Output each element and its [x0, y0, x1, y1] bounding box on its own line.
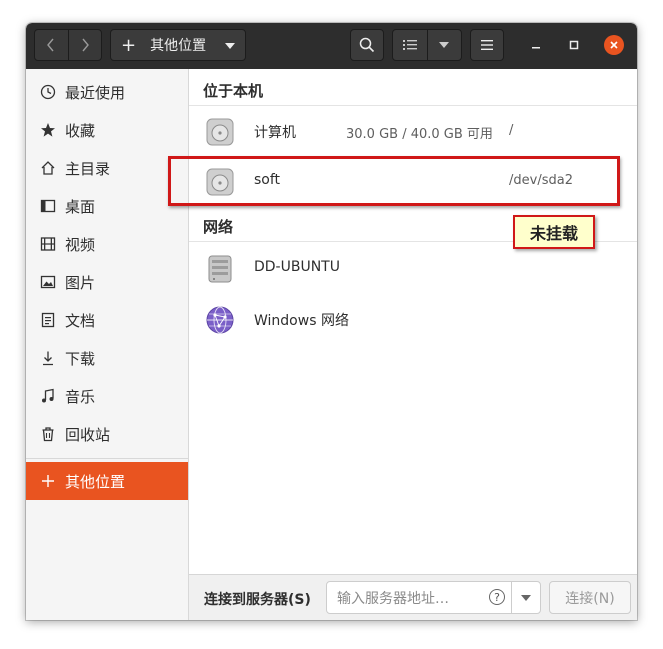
- location-name: 计算机: [254, 125, 296, 141]
- sidebar-item-label: 其他位置: [65, 472, 126, 491]
- forward-button[interactable]: [67, 30, 102, 60]
- sidebar-item-home[interactable]: 主目录: [26, 149, 188, 187]
- recent-servers-dropdown[interactable]: [511, 581, 541, 614]
- picture-icon: [40, 274, 56, 290]
- location-size: 30.0 GB / 40.0 GB 可用: [346, 127, 493, 142]
- location-name: Windows 网络: [254, 313, 349, 329]
- sidebar-item-label: 音乐: [65, 387, 96, 406]
- network-row-windows[interactable]: Windows 网络: [189, 295, 637, 345]
- view-options-button[interactable]: [426, 30, 462, 60]
- sidebar-item-label: 主目录: [65, 159, 111, 178]
- sidebar-item-recent[interactable]: 最近使用: [26, 73, 188, 111]
- connect-to-server-label: 连接到服务器(S): [204, 592, 311, 608]
- close-icon: [610, 41, 618, 49]
- maximize-icon: [569, 40, 579, 50]
- annotation-highlight-box: [168, 156, 620, 206]
- navigation-buttons: [34, 29, 102, 61]
- sidebar-item-label: 回收站: [65, 425, 111, 444]
- chevron-right-icon: [82, 38, 89, 52]
- minimize-icon: [532, 47, 540, 49]
- view-buttons: [392, 29, 462, 61]
- sidebar-item-trash[interactable]: 回收站: [26, 415, 188, 453]
- list-view-icon: [402, 40, 417, 50]
- location-button[interactable]: + 其他位置: [110, 29, 246, 61]
- annotation-callout: 未挂载: [513, 215, 595, 249]
- plus-icon: +: [121, 34, 137, 56]
- clock-icon: [40, 84, 56, 100]
- network-globe-icon: [206, 306, 234, 334]
- menu-button[interactable]: [470, 29, 504, 61]
- sidebar-item-documents[interactable]: 文档: [26, 301, 188, 339]
- sidebar-item-label: 下载: [65, 349, 96, 368]
- sidebar-item-music[interactable]: 音乐: [26, 377, 188, 415]
- trash-icon: [40, 426, 56, 442]
- chevron-down-icon: [439, 42, 450, 48]
- sidebar-item-videos[interactable]: 视频: [26, 225, 188, 263]
- back-button[interactable]: [35, 30, 68, 60]
- download-icon: [40, 350, 56, 366]
- sidebar-item-starred[interactable]: 收藏: [26, 111, 188, 149]
- list-view-button[interactable]: [393, 30, 427, 60]
- chevron-down-icon: [225, 43, 235, 49]
- close-button[interactable]: [604, 35, 624, 55]
- chevron-down-icon: [521, 594, 531, 601]
- music-icon: [40, 388, 56, 404]
- sidebar-item-label: 桌面: [65, 197, 96, 216]
- file-manager-window: + 其他位置 最近使用 收藏 主目录 桌面 视频 图片 文档 下载 音乐 回收站…: [26, 23, 637, 620]
- sidebar-separator: [26, 458, 188, 459]
- home-icon: [40, 160, 56, 176]
- section-heading-this-computer: 位于本机: [203, 82, 264, 100]
- sidebar: 最近使用 收藏 主目录 桌面 视频 图片 文档 下载 音乐 回收站 其他位置: [26, 69, 189, 620]
- connect-to-server-bar: 连接到服务器(S) ? 连接(N): [189, 574, 637, 620]
- chevron-left-icon: [47, 38, 54, 52]
- maximize-button[interactable]: [564, 35, 584, 55]
- sidebar-item-downloads[interactable]: 下载: [26, 339, 188, 377]
- sidebar-item-pictures[interactable]: 图片: [26, 263, 188, 301]
- sidebar-item-label: 视频: [65, 235, 96, 254]
- server-address-entry: ?: [326, 581, 512, 614]
- sidebar-item-label: 收藏: [65, 121, 96, 140]
- video-icon: [40, 236, 56, 252]
- server-address-input[interactable]: [335, 588, 479, 610]
- connect-button[interactable]: 连接(N): [549, 581, 631, 614]
- location-mount-path: /: [509, 123, 514, 138]
- search-icon: [359, 37, 375, 53]
- network-row-dd-ubuntu[interactable]: DD-UBUNTU: [189, 244, 637, 294]
- sidebar-item-other-locations[interactable]: 其他位置: [26, 462, 188, 500]
- network-server-icon: [208, 255, 232, 283]
- star-icon: [40, 122, 56, 138]
- sidebar-item-label: 文档: [65, 311, 96, 330]
- hard-disk-icon: [206, 118, 234, 146]
- location-label: 其他位置: [150, 38, 207, 54]
- desktop-icon: [40, 198, 56, 214]
- locations-view: 位于本机 计算机 30.0 GB / 40.0 GB 可用 / soft /de…: [189, 69, 637, 574]
- sidebar-item-desktop[interactable]: 桌面: [26, 187, 188, 225]
- help-icon[interactable]: ?: [489, 589, 505, 605]
- location-row-computer[interactable]: 计算机 30.0 GB / 40.0 GB 可用 /: [189, 107, 637, 157]
- plus-icon: [40, 473, 56, 489]
- minimize-button[interactable]: [526, 35, 546, 55]
- sidebar-item-label: 图片: [65, 273, 96, 292]
- sidebar-item-label: 最近使用: [65, 83, 126, 102]
- section-divider: [189, 105, 637, 106]
- document-icon: [40, 312, 56, 328]
- location-name: DD-UBUNTU: [254, 259, 340, 275]
- hamburger-menu-icon: [481, 40, 493, 50]
- headerbar: + 其他位置: [26, 23, 637, 69]
- search-button[interactable]: [350, 29, 384, 61]
- section-heading-network: 网络: [203, 218, 234, 236]
